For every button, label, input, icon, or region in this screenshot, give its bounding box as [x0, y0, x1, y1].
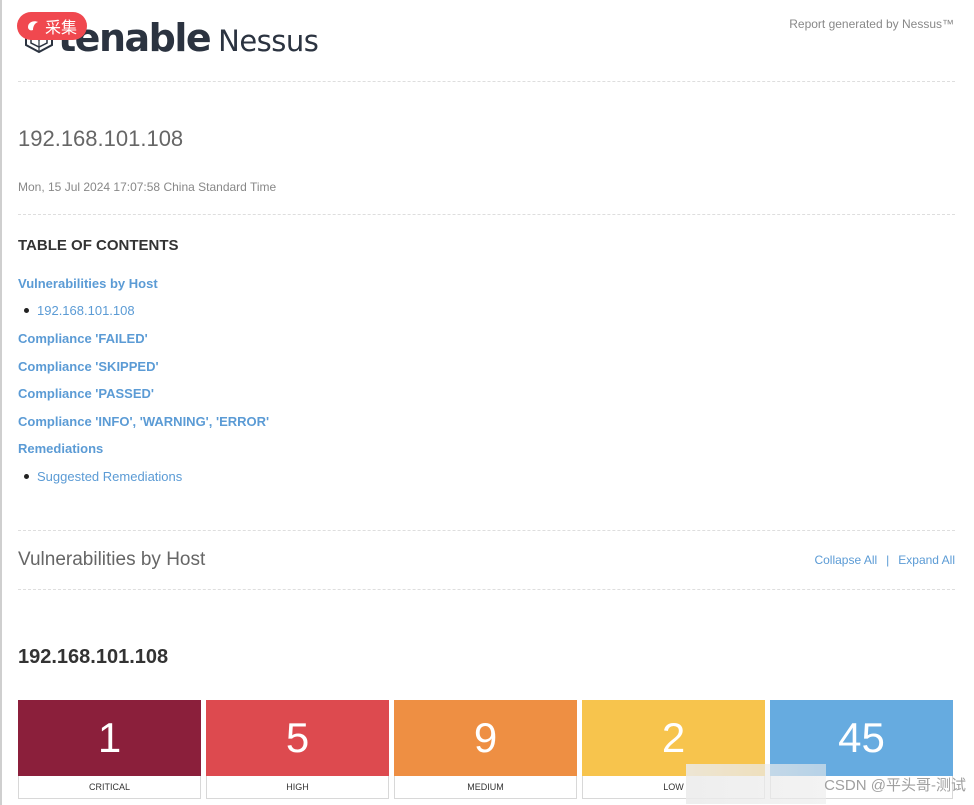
- bullet-icon: [24, 308, 29, 313]
- toc-sublink-suggested-remediations[interactable]: Suggested Remediations: [24, 469, 182, 484]
- section-title: Vulnerabilities by Host: [18, 549, 206, 570]
- bullet-icon: [24, 474, 29, 479]
- expand-all-link[interactable]: Expand All: [898, 553, 955, 567]
- toc-sublink-label: Suggested Remediations: [37, 469, 183, 484]
- severity-label: CRITICAL: [18, 776, 201, 799]
- toc-link-compliance-passed[interactable]: Compliance 'PASSED': [18, 386, 154, 401]
- toc-sublink-label: 192.168.101.108: [37, 303, 135, 318]
- severity-medium[interactable]: 9 MEDIUM: [394, 700, 577, 799]
- report-timestamp: Mon, 15 Jul 2024 17:07:58 China Standard…: [18, 180, 277, 194]
- watermark: CSDN @平头哥-测试: [686, 764, 970, 804]
- header-divider: [18, 81, 955, 82]
- window-border: [0, 0, 2, 805]
- toc-link-vulnerabilities-by-host[interactable]: Vulnerabilities by Host: [18, 276, 158, 291]
- report-generated-text: Report generated by Nessus™: [789, 17, 954, 31]
- toc-link-remediations[interactable]: Remediations: [18, 441, 103, 456]
- collapse-all-link[interactable]: Collapse All: [814, 553, 877, 567]
- action-separator: |: [886, 553, 890, 567]
- collect-badge[interactable]: 采集: [17, 12, 88, 40]
- watermark-blur: [686, 764, 826, 804]
- severity-critical[interactable]: 1 CRITICAL: [18, 700, 201, 799]
- toc-link-compliance-info[interactable]: Compliance 'INFO', 'WARNING', 'ERROR': [18, 414, 269, 429]
- section-divider: [18, 589, 955, 590]
- clip-icon: [28, 21, 38, 31]
- toc-link-compliance-failed[interactable]: Compliance 'FAILED': [18, 331, 148, 346]
- toc-sublink-host[interactable]: 192.168.101.108: [24, 303, 135, 318]
- logo-product-text: Nessus: [218, 24, 319, 58]
- toc-divider: [18, 530, 955, 531]
- severity-count: 9: [394, 700, 577, 776]
- host-heading: 192.168.101.108: [18, 646, 169, 668]
- section-actions: Collapse All | Expand All: [814, 553, 955, 567]
- severity-count: 5: [206, 700, 389, 776]
- toc-heading: TABLE OF CONTENTS: [18, 237, 179, 254]
- severity-label: MEDIUM: [394, 776, 577, 799]
- badge-label: 采集: [45, 20, 78, 37]
- watermark-text: CSDN @平头哥-测试: [824, 776, 966, 794]
- toc-link-compliance-skipped[interactable]: Compliance 'SKIPPED': [18, 359, 159, 374]
- title-divider: [18, 214, 955, 215]
- severity-count: 1: [18, 700, 201, 776]
- page-title: 192.168.101.108: [18, 126, 184, 151]
- severity-label: HIGH: [206, 776, 389, 799]
- severity-high[interactable]: 5 HIGH: [206, 700, 389, 799]
